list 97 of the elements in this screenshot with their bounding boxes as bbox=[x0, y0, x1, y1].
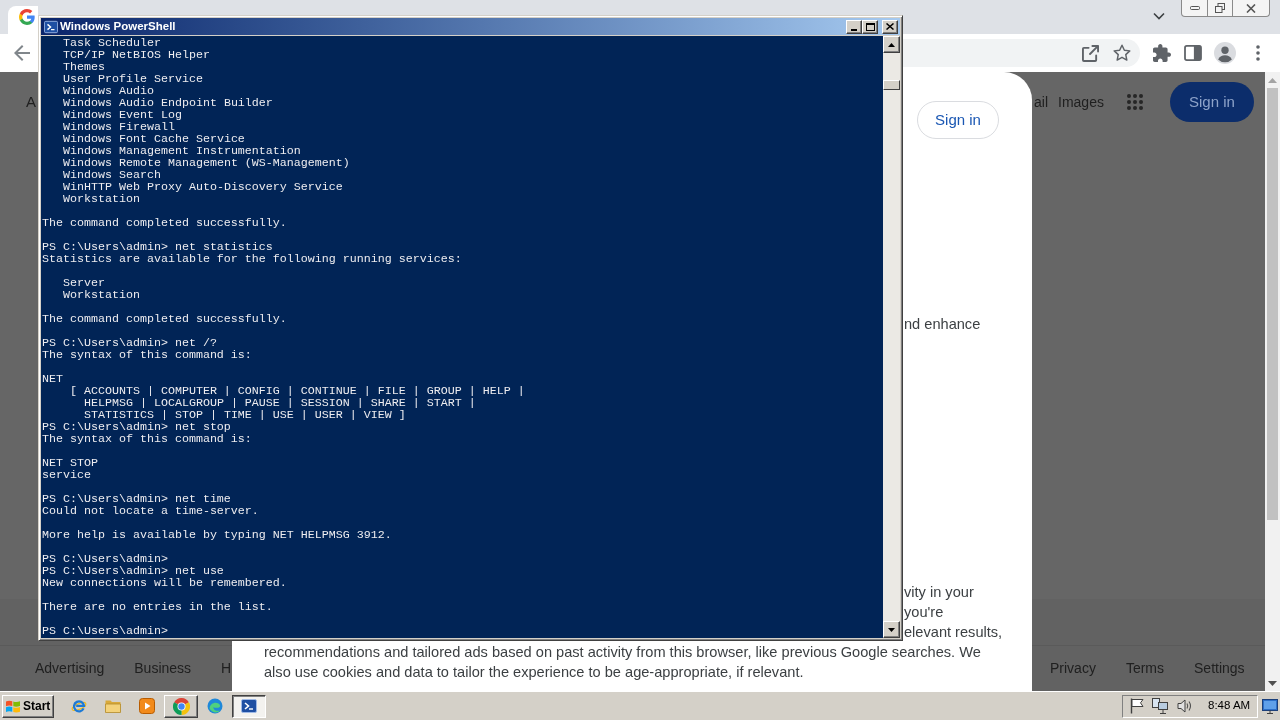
close-icon bbox=[886, 23, 894, 30]
monitor-icon[interactable] bbox=[1262, 698, 1278, 714]
e-icon bbox=[71, 698, 87, 714]
footer-link[interactable]: Terms bbox=[1125, 658, 1165, 679]
terminal-line: Windows Firewall bbox=[63, 120, 175, 134]
terminal-line: The syntax of this command is: bbox=[42, 432, 252, 446]
maximize-button[interactable] bbox=[862, 19, 878, 34]
sign-in-button[interactable]: Sign in bbox=[1169, 82, 1254, 122]
terminal-line: PS C:\Users\admin> bbox=[42, 552, 168, 566]
minimize-icon bbox=[1189, 6, 1200, 10]
window-title: Windows PowerShell bbox=[60, 20, 176, 33]
scrollbar-thumb[interactable] bbox=[1267, 88, 1278, 520]
folder-icon bbox=[105, 699, 121, 713]
dialog-text: also use cookies and data to tailor the experience to be age-appropriate, if relevant. bbox=[264, 663, 804, 682]
taskbar-button[interactable] bbox=[232, 694, 266, 718]
terminal-line: [ ACCOUNTS | COMPUTER | CONFIG | CONTINUE | FILE | GROUP | HELP | bbox=[70, 384, 525, 398]
flag-icon[interactable] bbox=[1130, 698, 1145, 714]
terminal-line: Windows Remote Management (WS-Management) bbox=[63, 156, 350, 170]
terminal-line: Workstation bbox=[63, 288, 140, 302]
terminal-line: TCP/IP NetBIOS Helper bbox=[63, 48, 210, 62]
footer-link[interactable]: Business bbox=[134, 658, 192, 679]
side-panel-icon[interactable] bbox=[1184, 45, 1202, 61]
star-icon[interactable] bbox=[1113, 44, 1131, 62]
terminal-line: Server bbox=[63, 276, 105, 290]
scroll-down-button[interactable] bbox=[883, 621, 900, 638]
footer-link[interactable]: Advertising bbox=[35, 658, 105, 679]
terminal-line: New connections will be remembered. bbox=[42, 576, 287, 590]
up-arrow-icon bbox=[888, 42, 895, 47]
terminal-icon bbox=[44, 19, 58, 34]
swirl-icon bbox=[207, 698, 223, 714]
avatar-icon[interactable] bbox=[1214, 42, 1236, 64]
back-arrow-icon[interactable] bbox=[14, 45, 30, 61]
footer-link[interactable]: H bbox=[221, 658, 232, 679]
terminal-line: The command completed successfully. bbox=[42, 312, 287, 326]
terminal-line: Windows Event Log bbox=[63, 108, 182, 122]
footer-link[interactable]: Settings bbox=[1194, 658, 1245, 679]
terminal-line: Windows Search bbox=[63, 168, 161, 182]
scrollbar-thumb[interactable] bbox=[883, 80, 900, 90]
dialog-text: recommendations and tailored ads based on past activity from this browser, like previous Google searches. We bbox=[264, 643, 981, 662]
terminal-line: PS C:\Users\admin> net time bbox=[42, 492, 231, 506]
terminal-line: Windows Font Cache Service bbox=[63, 132, 245, 146]
terminal-line: The syntax of this command is: bbox=[42, 348, 252, 362]
speaker-icon[interactable] bbox=[1177, 698, 1193, 714]
terminal-line: PS C:\Users\admin> net /? bbox=[42, 336, 217, 350]
nav-link[interactable]: Images bbox=[1058, 91, 1104, 113]
share-icon[interactable] bbox=[1082, 44, 1099, 62]
footer-link[interactable]: Privacy bbox=[1050, 658, 1096, 679]
terminal-line: Could not locate a time-server. bbox=[42, 504, 259, 518]
network-icon[interactable] bbox=[1152, 698, 1168, 714]
dialog-text: nd enhance bbox=[904, 315, 981, 334]
terminal-line: PS C:\Users\admin> net statistics bbox=[42, 240, 273, 254]
close-icon bbox=[1246, 3, 1256, 13]
scroll-down-icon[interactable] bbox=[1268, 681, 1277, 686]
browser-icon bbox=[172, 697, 190, 715]
minimize-icon bbox=[851, 28, 857, 31]
minimize-button[interactable] bbox=[846, 19, 862, 34]
terminal-icon bbox=[241, 698, 257, 714]
scroll-up-button[interactable] bbox=[883, 36, 900, 53]
terminal-line: Windows Audio Endpoint Builder bbox=[63, 96, 273, 110]
terminal-line: PS C:\Users\admin> bbox=[42, 624, 168, 638]
terminal-line: Windows Management Instrumentation bbox=[63, 144, 301, 158]
restore-icon bbox=[1215, 3, 1225, 13]
terminal-line: WinHTTP Web Proxy Auto-Discovery Service bbox=[63, 180, 343, 194]
browser-tab[interactable] bbox=[8, 6, 38, 34]
apps-grid-icon[interactable] bbox=[1125, 93, 1144, 111]
terminal-line: More help is available by typing NET HELPMSG 3912. bbox=[42, 528, 392, 542]
nav-link[interactable]: A bbox=[26, 90, 36, 114]
terminal-line: PS C:\Users\admin> net stop bbox=[42, 420, 231, 434]
play-icon bbox=[139, 698, 155, 714]
menu-icon[interactable] bbox=[1256, 45, 1260, 61]
terminal-line: NET STOP bbox=[42, 456, 98, 470]
maximize-icon bbox=[865, 22, 875, 31]
caret-icon[interactable] bbox=[1153, 12, 1165, 20]
dialog-text: elevant results, bbox=[904, 623, 1003, 642]
terminal-line: STATISTICS | STOP | TIME | USE | USER | VIEW ] bbox=[84, 408, 406, 422]
terminal-line: PS C:\Users\admin> net use bbox=[42, 564, 224, 578]
nav-link[interactable]: ail bbox=[1034, 91, 1048, 113]
address-bar[interactable] bbox=[903, 39, 1140, 67]
terminal-line: Themes bbox=[63, 60, 105, 74]
terminal-line: The command completed successfully. bbox=[42, 216, 287, 230]
terminal-line: HELPMSG | LOCALGROUP | PAUSE | SESSION | SHARE | START | bbox=[84, 396, 476, 410]
terminal-line: User Profile Service bbox=[63, 72, 203, 86]
terminal-line: Workstation bbox=[63, 192, 140, 206]
clock[interactable]: 8:48 AM bbox=[1208, 697, 1251, 715]
windows-logo-icon bbox=[5, 698, 21, 714]
terminal-line: Task Scheduler bbox=[63, 36, 161, 50]
down-arrow-icon bbox=[888, 627, 895, 632]
terminal-line: Statistics are available for the following running services: bbox=[42, 252, 462, 266]
terminal-line: NET bbox=[42, 372, 63, 386]
terminal-line: There are no entries in the list. bbox=[42, 600, 273, 614]
start-button[interactable]: Start bbox=[2, 694, 54, 718]
terminal-line: service bbox=[42, 468, 91, 482]
g-logo-icon bbox=[19, 9, 35, 25]
terminal-line: Windows Audio bbox=[63, 84, 154, 98]
dialog-text: you're bbox=[904, 603, 944, 622]
puzzle-icon[interactable] bbox=[1153, 44, 1171, 62]
dialog-text: vity in your bbox=[904, 583, 974, 602]
